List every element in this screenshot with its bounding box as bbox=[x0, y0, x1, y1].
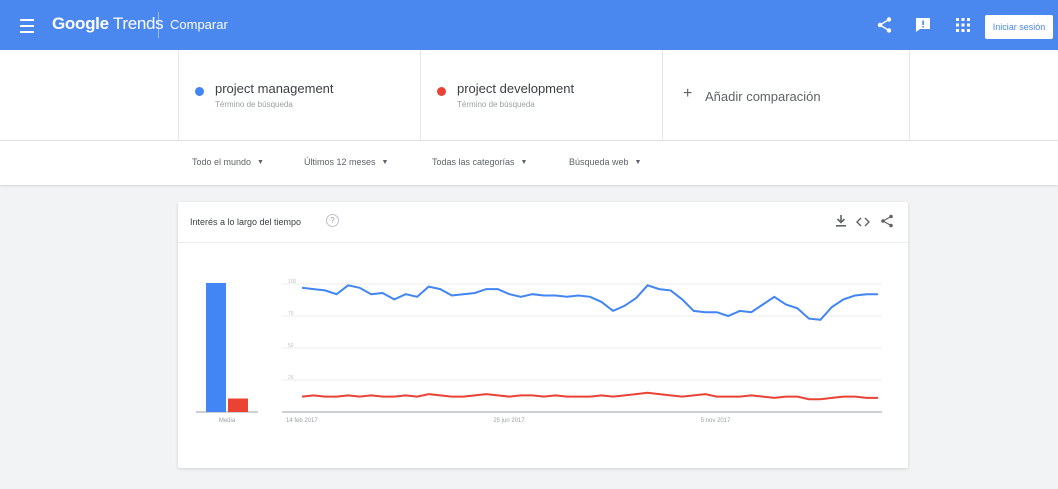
search-term-name: project development bbox=[457, 81, 575, 96]
x-tick-label: 5 nov 2017 bbox=[701, 418, 731, 424]
dropdown-arrow-icon: ▼ bbox=[381, 159, 389, 166]
share-icon[interactable] bbox=[876, 16, 894, 34]
comparison-bar: project management Término de búsqueda p… bbox=[0, 50, 1058, 141]
x-tick-label: 14 feb 2017 bbox=[286, 418, 318, 424]
page-title: Comparar bbox=[170, 17, 228, 32]
app-logo[interactable]: Google Trends bbox=[52, 14, 164, 34]
series-color-dot bbox=[437, 87, 446, 96]
dropdown-arrow-icon: ▼ bbox=[634, 159, 642, 166]
card-title: Interés a lo largo del tiempo bbox=[190, 217, 302, 227]
filter-search-type-dropdown[interactable]: Búsqueda web ▼ bbox=[569, 157, 641, 167]
search-term-type: Término de búsqueda bbox=[457, 100, 535, 109]
bar-axis-label: Media bbox=[219, 418, 236, 424]
average-bar bbox=[228, 398, 248, 412]
series-line bbox=[301, 284, 878, 321]
series-color-dot bbox=[195, 87, 204, 96]
x-tick-label: 25 jun 2017 bbox=[493, 418, 525, 424]
hamburger-menu-icon[interactable] bbox=[16, 14, 38, 36]
interest-over-time-card: Interés a lo largo del tiempo ? Media 100… bbox=[178, 202, 908, 468]
card-header: Interés a lo largo del tiempo ? bbox=[178, 202, 908, 243]
series-line bbox=[301, 391, 878, 401]
top-app-bar: Google Trends Comparar Iniciar sesión bbox=[0, 0, 1058, 50]
download-icon[interactable] bbox=[834, 214, 848, 228]
y-tick-label: 25 bbox=[288, 375, 294, 381]
interest-chart: Media 100 75 50 25 14 feb 2017 25 jun 2017 5 no… bbox=[196, 279, 882, 424]
plus-icon: + bbox=[683, 85, 693, 102]
embed-icon[interactable] bbox=[856, 216, 870, 228]
add-comparison-label: Añadir comparación bbox=[705, 89, 821, 104]
filter-time-dropdown[interactable]: Últimos 12 meses ▼ bbox=[304, 157, 388, 167]
add-comparison-button[interactable]: + Añadir comparación bbox=[662, 50, 910, 140]
y-tick-label: 75 bbox=[288, 311, 294, 317]
header-divider bbox=[158, 12, 159, 38]
filter-region-dropdown[interactable]: Todo el mundo ▼ bbox=[192, 157, 264, 167]
y-tick-label: 50 bbox=[288, 343, 294, 349]
share-icon[interactable] bbox=[880, 214, 894, 228]
dropdown-arrow-icon: ▼ bbox=[257, 159, 264, 166]
search-term-card[interactable]: project development Término de búsqueda bbox=[420, 50, 663, 140]
feedback-icon[interactable] bbox=[914, 16, 932, 34]
apps-grid-icon[interactable] bbox=[955, 17, 971, 33]
filter-bar: Todo el mundo ▼ Últimos 12 meses ▼ Todas l… bbox=[0, 141, 1058, 185]
search-term-card[interactable]: project management Término de búsqueda bbox=[178, 50, 421, 140]
average-bar bbox=[206, 283, 226, 412]
sign-in-button[interactable]: Iniciar sesión bbox=[985, 15, 1053, 39]
search-term-type: Término de búsqueda bbox=[215, 100, 293, 109]
filter-category-dropdown[interactable]: Todas las categorías ▼ bbox=[432, 157, 527, 167]
y-tick-label: 100 bbox=[288, 279, 297, 285]
dropdown-arrow-icon: ▼ bbox=[520, 159, 528, 166]
search-term-name: project management bbox=[215, 81, 334, 96]
help-icon[interactable]: ? bbox=[326, 214, 339, 227]
